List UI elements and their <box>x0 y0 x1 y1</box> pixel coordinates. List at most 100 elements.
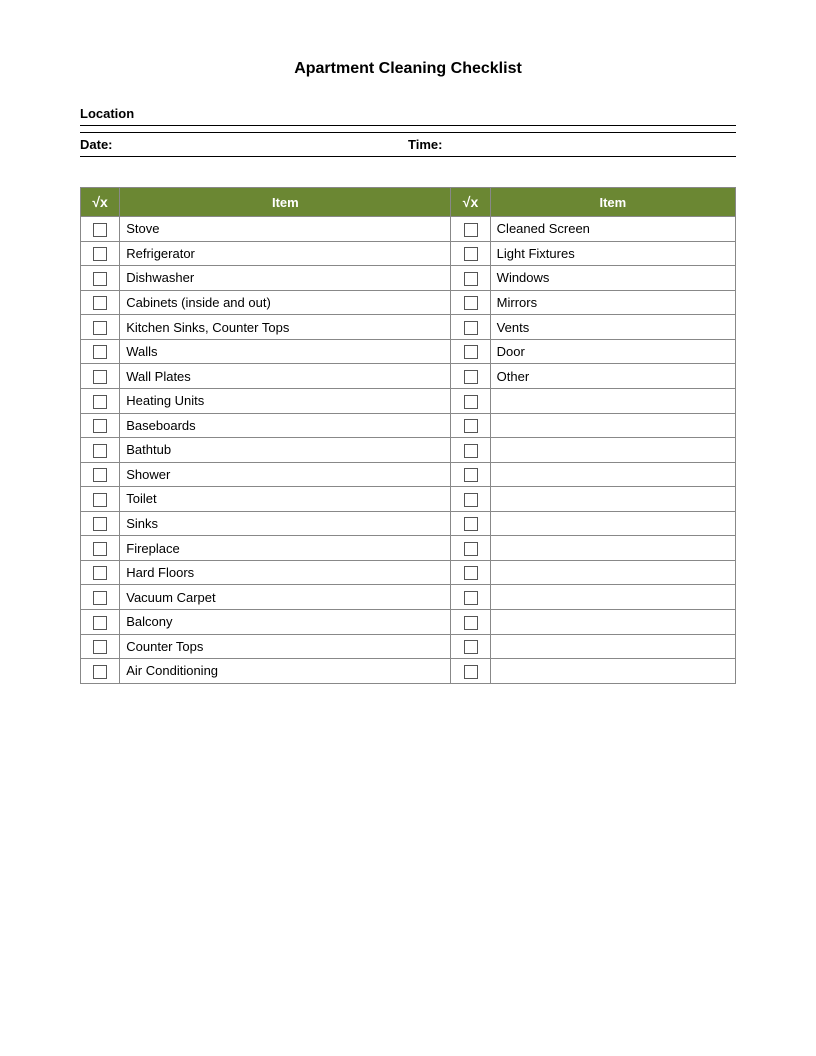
checkbox-left-14[interactable] <box>81 560 120 585</box>
item-right-6: Other <box>490 364 735 389</box>
item-left-18: Air Conditioning <box>120 659 451 684</box>
header-item-left: Item <box>120 188 451 217</box>
checkbox-right-16[interactable] <box>451 610 490 635</box>
table-row: StoveCleaned Screen <box>81 217 736 242</box>
item-right-15 <box>490 585 735 610</box>
checkbox-left-18[interactable] <box>81 659 120 684</box>
checkbox-right-5[interactable] <box>451 339 490 364</box>
table-row: Bathtub <box>81 438 736 463</box>
checkbox-left-10[interactable] <box>81 462 120 487</box>
item-right-10 <box>490 462 735 487</box>
checkbox-left-9[interactable] <box>81 438 120 463</box>
table-row: Dishwasher Windows <box>81 266 736 291</box>
item-left-13: Fireplace <box>120 536 451 561</box>
checkbox-left-3[interactable] <box>81 290 120 315</box>
item-right-5: Door <box>490 339 735 364</box>
checkbox-right-8[interactable] <box>451 413 490 438</box>
checklist-table: √x Item √x Item StoveCleaned ScreenRefri… <box>80 187 736 684</box>
item-right-17 <box>490 634 735 659</box>
item-left-0: Stove <box>120 217 451 242</box>
checkbox-right-11[interactable] <box>451 487 490 512</box>
item-right-18 <box>490 659 735 684</box>
checkbox-right-7[interactable] <box>451 388 490 413</box>
item-right-3: Mirrors <box>490 290 735 315</box>
checkbox-right-18[interactable] <box>451 659 490 684</box>
table-row: Counter Tops <box>81 634 736 659</box>
item-left-4: Kitchen Sinks, Counter Tops <box>120 315 451 340</box>
item-right-14 <box>490 560 735 585</box>
checkbox-right-10[interactable] <box>451 462 490 487</box>
checkbox-left-12[interactable] <box>81 511 120 536</box>
table-row: Balcony <box>81 610 736 635</box>
item-right-16 <box>490 610 735 635</box>
checkbox-right-13[interactable] <box>451 536 490 561</box>
table-row: Toilet <box>81 487 736 512</box>
time-field: Time: <box>408 137 736 152</box>
checkbox-right-0[interactable] <box>451 217 490 242</box>
item-right-11 <box>490 487 735 512</box>
header-check-left: √x <box>81 188 120 217</box>
table-row: Air Conditioning <box>81 659 736 684</box>
table-row: Walls Door <box>81 339 736 364</box>
checkbox-right-2[interactable] <box>451 266 490 291</box>
checkbox-left-1[interactable] <box>81 241 120 266</box>
item-right-9 <box>490 438 735 463</box>
item-left-1: Refrigerator <box>120 241 451 266</box>
checkbox-left-17[interactable] <box>81 634 120 659</box>
table-row: Vacuum Carpet <box>81 585 736 610</box>
item-left-12: Sinks <box>120 511 451 536</box>
table-row: Heating Units <box>81 388 736 413</box>
table-row: Refrigerator Light Fixtures <box>81 241 736 266</box>
table-row: Baseboards <box>81 413 736 438</box>
table-row: Kitchen Sinks, Counter Tops Vents <box>81 315 736 340</box>
checkbox-left-7[interactable] <box>81 388 120 413</box>
location-label: Location <box>80 106 736 121</box>
item-left-17: Counter Tops <box>120 634 451 659</box>
table-row: Fireplace <box>81 536 736 561</box>
checkbox-left-16[interactable] <box>81 610 120 635</box>
checkbox-right-3[interactable] <box>451 290 490 315</box>
item-left-16: Balcony <box>120 610 451 635</box>
item-right-13 <box>490 536 735 561</box>
checkbox-right-9[interactable] <box>451 438 490 463</box>
item-left-11: Toilet <box>120 487 451 512</box>
checkbox-right-6[interactable] <box>451 364 490 389</box>
checkbox-right-14[interactable] <box>451 560 490 585</box>
item-left-2: Dishwasher <box>120 266 451 291</box>
checkbox-left-8[interactable] <box>81 413 120 438</box>
table-row: Shower <box>81 462 736 487</box>
checkbox-left-5[interactable] <box>81 339 120 364</box>
checkbox-right-17[interactable] <box>451 634 490 659</box>
item-right-2: Windows <box>490 266 735 291</box>
item-left-5: Walls <box>120 339 451 364</box>
header-item-right: Item <box>490 188 735 217</box>
item-right-4: Vents <box>490 315 735 340</box>
header-check-right: √x <box>451 188 490 217</box>
checkbox-left-15[interactable] <box>81 585 120 610</box>
table-row: Wall PlatesOther <box>81 364 736 389</box>
table-row: Sinks <box>81 511 736 536</box>
item-left-10: Shower <box>120 462 451 487</box>
checkbox-left-6[interactable] <box>81 364 120 389</box>
table-row: Hard Floors <box>81 560 736 585</box>
item-left-9: Bathtub <box>120 438 451 463</box>
item-right-7 <box>490 388 735 413</box>
checkbox-left-13[interactable] <box>81 536 120 561</box>
item-left-3: Cabinets (inside and out) <box>120 290 451 315</box>
checkbox-right-4[interactable] <box>451 315 490 340</box>
checkbox-right-15[interactable] <box>451 585 490 610</box>
item-left-14: Hard Floors <box>120 560 451 585</box>
checkbox-left-11[interactable] <box>81 487 120 512</box>
checkbox-left-4[interactable] <box>81 315 120 340</box>
item-left-7: Heating Units <box>120 388 451 413</box>
checkbox-left-0[interactable] <box>81 217 120 242</box>
item-right-12 <box>490 511 735 536</box>
checkbox-right-1[interactable] <box>451 241 490 266</box>
checkbox-right-12[interactable] <box>451 511 490 536</box>
checkbox-left-2[interactable] <box>81 266 120 291</box>
table-row: Cabinets (inside and out) Mirrors <box>81 290 736 315</box>
page-title: Apartment Cleaning Checklist <box>80 60 736 78</box>
date-field: Date: <box>80 137 408 152</box>
item-left-15: Vacuum Carpet <box>120 585 451 610</box>
item-right-1: Light Fixtures <box>490 241 735 266</box>
